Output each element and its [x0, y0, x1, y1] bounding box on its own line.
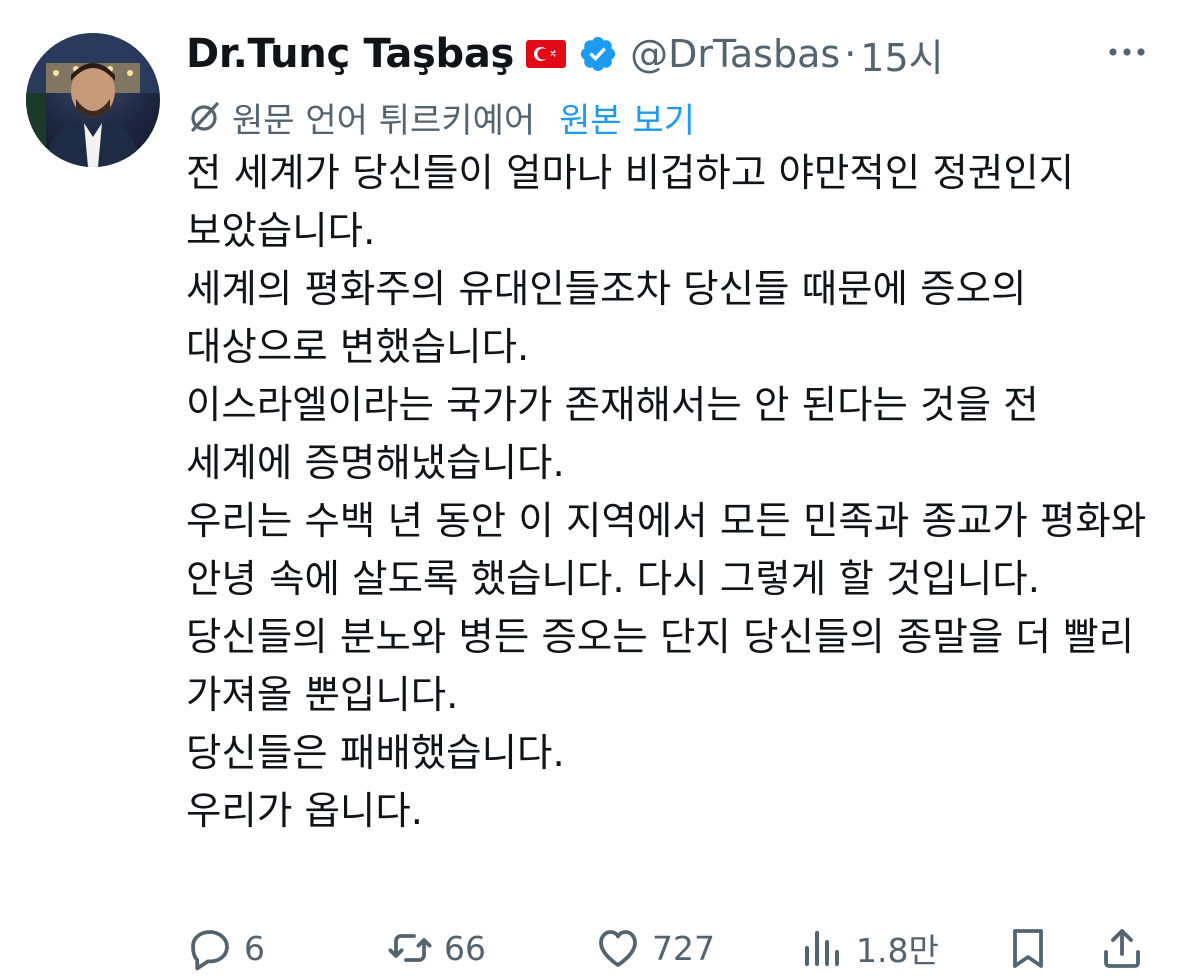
separator-dot: · — [844, 32, 857, 76]
verified-badge-icon — [580, 36, 616, 72]
translate-icon — [191, 102, 219, 132]
bookmark-icon — [1013, 929, 1043, 968]
reply-count: 6 — [244, 928, 265, 968]
tweet-text: 전 세계가 당신들이 얼마나 비겁하고 야만적인 정권인지 보았습니다. 세계의… — [186, 151, 1147, 834]
like-count: 727 — [652, 928, 715, 968]
share-button[interactable] — [1098, 918, 1146, 978]
timestamp[interactable]: 15시 — [860, 27, 943, 82]
like-button[interactable]: 727 — [594, 918, 715, 978]
views-button[interactable]: 1.8만 — [798, 918, 939, 978]
retweet-button[interactable]: 66 — [386, 918, 486, 978]
avatar-photo — [26, 33, 160, 167]
reply-icon — [191, 930, 229, 971]
share-icon — [1104, 929, 1140, 968]
more-icon[interactable] — [1105, 32, 1149, 72]
tweet-actions: 6 66 727 1.8만 — [186, 918, 1151, 978]
retweet-icon — [388, 934, 432, 962]
translation-row: 원문 언어 튀르키예어 원본 보기 — [186, 92, 695, 142]
author-name[interactable]: Dr.Tunç Taşbaş — [186, 31, 514, 77]
views-icon — [805, 931, 839, 966]
avatar[interactable] — [26, 33, 160, 167]
author-handle[interactable]: @DrTasbas — [630, 32, 840, 76]
tweet-header: Dr.Tunç Taşbaş @DrTasbas · 15시 — [186, 26, 1159, 82]
bookmark-button[interactable] — [1004, 918, 1052, 978]
turkey-flag-icon — [526, 40, 567, 68]
like-icon — [599, 930, 637, 967]
views-count: 1.8만 — [856, 931, 939, 970]
view-original-link[interactable]: 원본 보기 — [559, 93, 695, 142]
reply-button[interactable]: 6 — [186, 918, 265, 978]
translated-from-label: 원문 언어 튀르키예어 — [232, 100, 536, 141]
retweet-count: 66 — [444, 928, 486, 968]
